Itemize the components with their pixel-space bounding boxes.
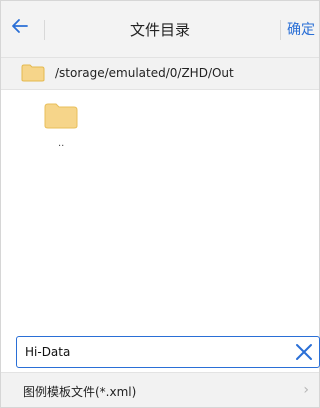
file-type-label: 图例模板文件(*.xml)	[23, 385, 137, 399]
current-path: /storage/emulated/0/ZHD/Out	[55, 66, 234, 80]
confirm-button[interactable]: 确定	[287, 19, 315, 39]
folder-label: ..	[58, 138, 65, 149]
filename-field[interactable]	[16, 336, 320, 368]
filename-input[interactable]	[17, 337, 287, 367]
close-x-icon[interactable]	[293, 341, 315, 363]
header-bar: 文件目录 确定	[1, 1, 319, 58]
file-type-filter[interactable]: 图例模板文件(*.xml) ›	[1, 372, 319, 407]
folder-icon	[44, 103, 78, 129]
chevron-right-icon: ›	[303, 382, 309, 398]
folder-icon	[21, 64, 45, 82]
path-bar: /storage/emulated/0/ZHD/Out	[1, 58, 319, 90]
page-title: 文件目录	[129, 21, 190, 39]
list-item-parent-folder[interactable]: ..	[44, 103, 80, 149]
header-separator-right	[280, 20, 281, 40]
